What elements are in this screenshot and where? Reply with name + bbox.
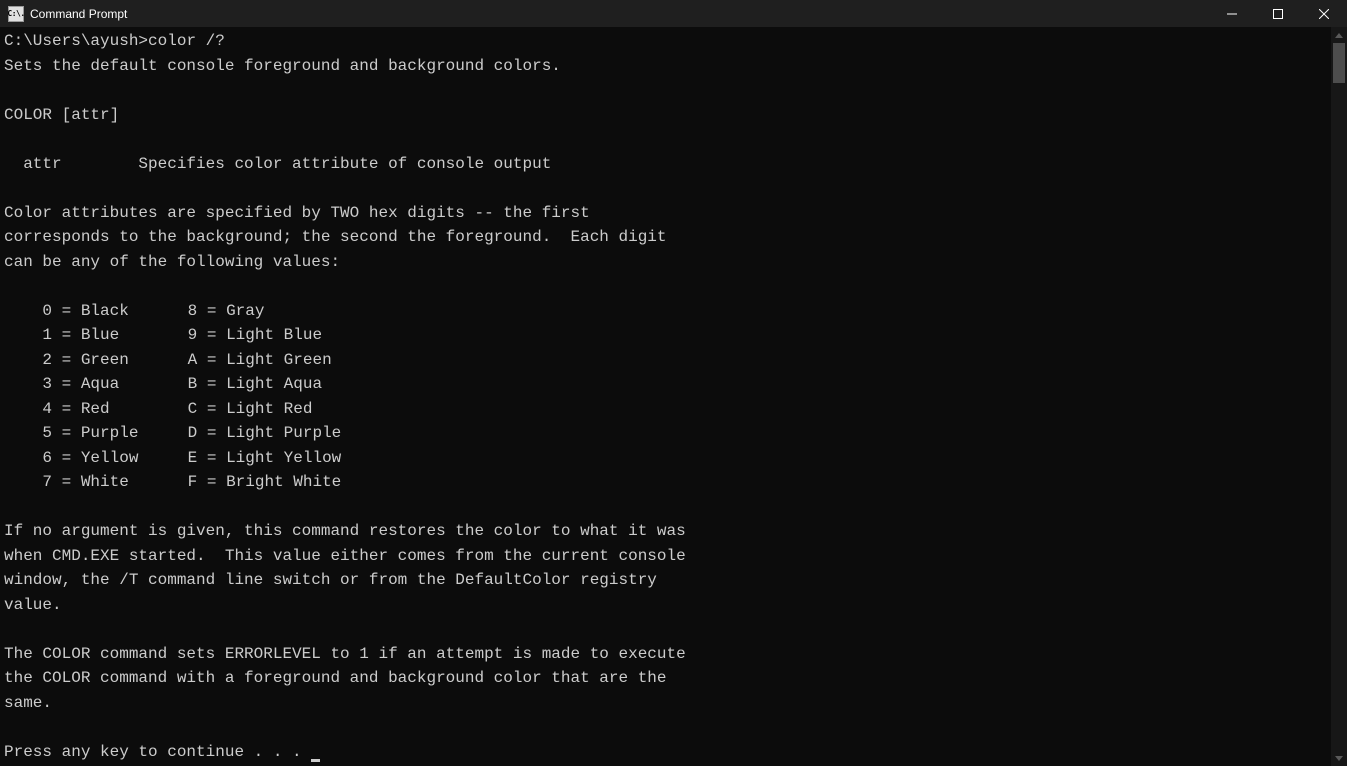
syntax-line: COLOR [attr]: [4, 106, 119, 124]
maximize-icon: [1273, 9, 1283, 19]
console-area[interactable]: C:\Users\ayush>color /? Sets the default…: [0, 27, 1347, 766]
command-prompt-window: C:\. Command Prompt C:\Users\ayush>color…: [0, 0, 1347, 766]
color-row: 3 = Aqua B = Light Aqua: [42, 375, 322, 393]
chevron-down-icon: [1335, 756, 1343, 761]
text-cursor: [311, 759, 320, 762]
color-row: 7 = White F = Bright White: [42, 473, 341, 491]
errorlevel-line-1: The COLOR command sets ERRORLEVEL to 1 i…: [4, 645, 686, 663]
explain-line-3: can be any of the following values:: [4, 253, 340, 271]
noarg-line-4: value.: [4, 596, 62, 614]
attr-label: attr: [4, 155, 62, 173]
attr-desc: Specifies color attribute of console out…: [138, 155, 551, 173]
cmd-icon: C:\.: [8, 6, 24, 22]
chevron-up-icon: [1335, 33, 1343, 38]
prompt-command: color /?: [148, 32, 225, 50]
noarg-line-3: window, the /T command line switch or fr…: [4, 571, 657, 589]
scroll-down-button[interactable]: [1331, 750, 1347, 766]
close-button[interactable]: [1301, 0, 1347, 27]
scrollbar-thumb[interactable]: [1333, 43, 1345, 83]
vertical-scrollbar[interactable]: [1331, 27, 1347, 766]
explain-line-2: corresponds to the background; the secon…: [4, 228, 667, 246]
noarg-line-1: If no argument is given, this command re…: [4, 522, 686, 540]
maximize-button[interactable]: [1255, 0, 1301, 27]
close-icon: [1319, 9, 1329, 19]
minimize-icon: [1227, 9, 1237, 19]
console-output[interactable]: C:\Users\ayush>color /? Sets the default…: [0, 27, 1331, 766]
color-row: 0 = Black 8 = Gray: [42, 302, 264, 320]
color-row: 4 = Red C = Light Red: [42, 400, 312, 418]
title-bar[interactable]: C:\. Command Prompt: [0, 0, 1347, 27]
help-intro-line: Sets the default console foreground and …: [4, 57, 561, 75]
explain-line-1: Color attributes are specified by TWO he…: [4, 204, 590, 222]
errorlevel-line-3: same.: [4, 694, 52, 712]
window-controls: [1209, 0, 1347, 27]
color-row: 2 = Green A = Light Green: [42, 351, 331, 369]
scrollbar-track[interactable]: [1331, 43, 1347, 750]
color-row: 6 = Yellow E = Light Yellow: [42, 449, 341, 467]
minimize-button[interactable]: [1209, 0, 1255, 27]
window-title: Command Prompt: [30, 7, 127, 21]
press-any-key: Press any key to continue . . .: [4, 743, 311, 761]
color-row: 1 = Blue 9 = Light Blue: [42, 326, 322, 344]
color-row: 5 = Purple D = Light Purple: [42, 424, 341, 442]
errorlevel-line-2: the COLOR command with a foreground and …: [4, 669, 667, 687]
scroll-up-button[interactable]: [1331, 27, 1347, 43]
noarg-line-2: when CMD.EXE started. This value either …: [4, 547, 686, 565]
prompt-path: C:\Users\ayush>: [4, 32, 148, 50]
